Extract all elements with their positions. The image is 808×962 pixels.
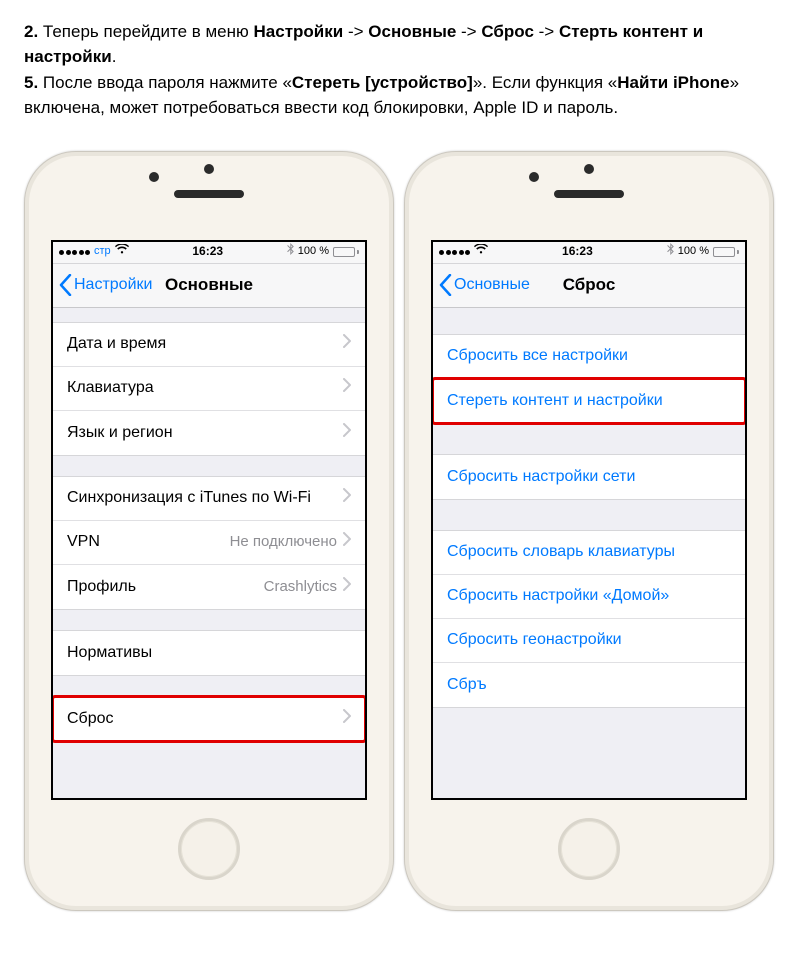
chevron-right-icon [343, 332, 351, 355]
row-date-time[interactable]: Дата и время [53, 323, 365, 367]
carrier-label: стр [94, 244, 111, 260]
phone-top [405, 152, 773, 240]
reset-list[interactable]: Сбросить все настройки Стереть контент и… [433, 308, 745, 798]
row-reset-network[interactable]: Сбросить настройки сети [433, 455, 745, 499]
nav-back-button[interactable]: Настройки [59, 273, 152, 296]
screen-right: 16:23 100 % Основные Сброс [431, 240, 747, 800]
chevron-right-icon [343, 530, 351, 553]
chevron-right-icon [343, 376, 351, 399]
speaker-slot [554, 190, 624, 198]
home-button[interactable] [178, 818, 240, 880]
iphone-right: 16:23 100 % Основные Сброс [404, 151, 774, 911]
iphone-left: стр 16:23 100 % [24, 151, 394, 911]
battery-icon [333, 247, 359, 257]
settings-group: Сбросить словарь клавиатуры Сбросить нас… [433, 530, 745, 708]
row-value: Не подключено [230, 531, 337, 553]
row-reset-home[interactable]: Сбросить настройки «Домой» [433, 575, 745, 619]
row-itunes-wifi[interactable]: Синхронизация с iTunes по Wi-Fi [53, 477, 365, 521]
step-number: 2. [24, 22, 38, 41]
screen-left: стр 16:23 100 % [51, 240, 367, 800]
nav-bar: Основные Сброс [433, 264, 745, 308]
settings-group: Сбросить все настройки Стереть контент и… [433, 334, 745, 424]
speaker-slot [174, 190, 244, 198]
camera-dot [149, 172, 159, 182]
status-time: 16:23 [192, 243, 223, 260]
settings-group: Синхронизация с iTunes по Wi-Fi VPN Не п… [53, 476, 365, 610]
battery-percent: 100 % [298, 244, 329, 260]
settings-group: Дата и время Клавиатура Язык и регион [53, 322, 365, 456]
phone-top [25, 152, 393, 240]
settings-group: Сбросить настройки сети [433, 454, 745, 500]
chevron-right-icon [343, 575, 351, 598]
instructions-block: 2. Теперь перейдите в меню Настройки -> … [24, 20, 784, 121]
row-reset-location[interactable]: Сбросить геонастройки [433, 619, 745, 663]
signal-dots-icon [59, 250, 90, 255]
chevron-left-icon [59, 274, 72, 296]
status-time: 16:23 [562, 243, 593, 260]
settings-group: Сброс [53, 696, 365, 742]
battery-icon [713, 247, 739, 257]
chevron-left-icon [439, 274, 452, 296]
step-number: 5. [24, 73, 38, 92]
bluetooth-icon [667, 243, 674, 261]
settings-group: Нормативы [53, 630, 365, 676]
status-bar: стр 16:23 100 % [53, 242, 365, 264]
nav-bar: Настройки Основные [53, 264, 365, 308]
wifi-icon [474, 242, 488, 259]
phones-container: стр 16:23 100 % [24, 151, 784, 911]
camera-dot [529, 172, 539, 182]
row-reset[interactable]: Сброс [53, 697, 365, 741]
row-vpn[interactable]: VPN Не подключено [53, 521, 365, 565]
chevron-right-icon [343, 707, 351, 730]
sensor-dot [204, 164, 214, 174]
row-regulatory[interactable]: Нормативы [53, 631, 365, 675]
chevron-right-icon [343, 486, 351, 509]
settings-list[interactable]: Дата и время Клавиатура Язык и регион Си [53, 308, 365, 798]
home-button[interactable] [558, 818, 620, 880]
status-bar: 16:23 100 % [433, 242, 745, 264]
nav-title: Сброс [563, 273, 616, 298]
sensor-dot [584, 164, 594, 174]
nav-back-label: Основные [454, 273, 530, 296]
chevron-right-icon [343, 421, 351, 444]
nav-back-button[interactable]: Основные [439, 273, 530, 296]
row-erase-content[interactable]: Стереть контент и настройки [433, 379, 745, 423]
nav-back-label: Настройки [74, 273, 152, 296]
nav-title: Основные [165, 273, 253, 298]
row-reset-all-settings[interactable]: Сбросить все настройки [433, 335, 745, 379]
row-language-region[interactable]: Язык и регион [53, 411, 365, 455]
signal-dots-icon [439, 250, 470, 255]
row-reset-keyboard-dict[interactable]: Сбросить словарь клавиатуры [433, 531, 745, 575]
row-reset-truncated[interactable]: Сбръ [433, 663, 745, 707]
battery-percent: 100 % [678, 244, 709, 260]
bluetooth-icon [287, 243, 294, 261]
row-value: Crashlytics [264, 576, 337, 598]
row-keyboard[interactable]: Клавиатура [53, 367, 365, 411]
wifi-icon [115, 242, 129, 259]
row-profile[interactable]: Профиль Crashlytics [53, 565, 365, 609]
